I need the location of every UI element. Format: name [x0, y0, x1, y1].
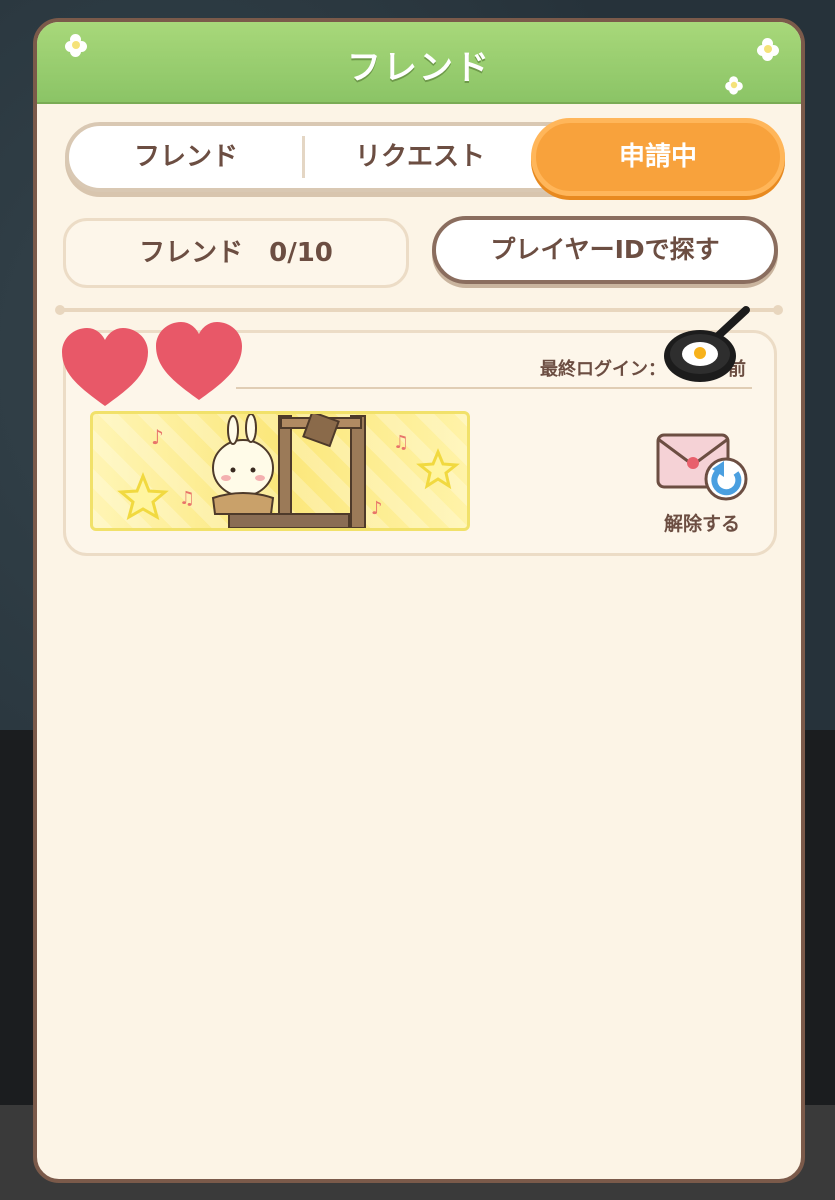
svg-text:♪: ♪	[371, 498, 383, 519]
svg-text:♫: ♫	[393, 432, 409, 453]
dialog-title: フレンド	[347, 48, 491, 88]
tab-divider	[302, 136, 305, 178]
tab-bar: フレンド リクエスト 申請中	[65, 118, 785, 196]
friend-count: フレンド 0/10	[63, 218, 409, 288]
divider-dot	[773, 305, 783, 315]
banner-illustration: ♪ ♫ ♫ ♪	[117, 414, 460, 528]
player-banner-image[interactable]: ♪ ♫ ♫ ♪	[90, 411, 470, 531]
heart-icon	[156, 322, 242, 400]
tab-pending[interactable]: 申請中	[531, 118, 785, 196]
heart-icon	[62, 328, 148, 406]
tab-friends[interactable]: フレンド	[73, 130, 299, 184]
tab-requests[interactable]: リクエスト	[307, 130, 533, 184]
friend-dialog: フレンド フレンド リクエスト 申請中 フレンド 0/10 プレイヤーIDで探す…	[33, 18, 805, 1183]
envelope-return-icon	[656, 433, 748, 501]
dialog-header: フレンド	[37, 22, 801, 104]
release-button-label: 解除する	[663, 513, 740, 535]
frying-pan-icon	[664, 306, 750, 382]
svg-text:♪: ♪	[151, 425, 164, 449]
last-login-label: 最終ログイン：	[540, 359, 666, 380]
svg-text:♫: ♫	[179, 488, 195, 509]
release-button[interactable]: 解除する	[652, 423, 752, 543]
card-divider	[236, 387, 752, 389]
divider-dot	[55, 305, 65, 315]
search-player-id-button[interactable]: プレイヤーIDで探す	[432, 216, 778, 284]
